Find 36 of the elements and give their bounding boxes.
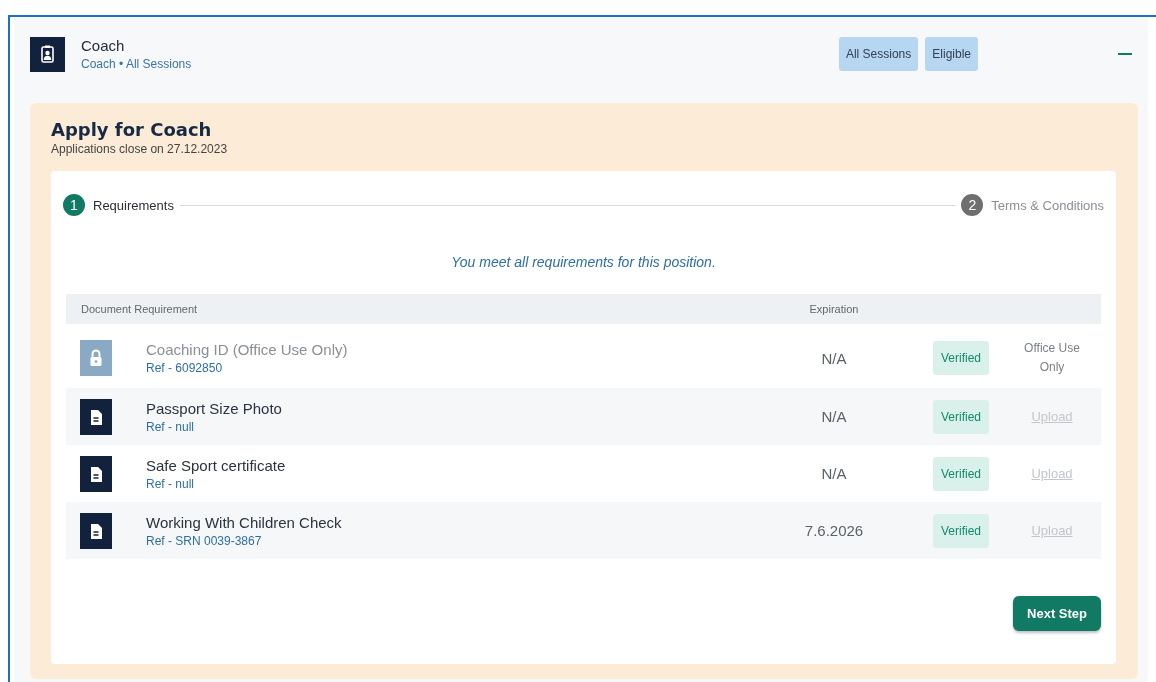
tag: All Sessions (838, 37, 919, 71)
closing-date: Applications close on 27.12.2023 (51, 142, 229, 156)
document-name: Working With Children Check (146, 513, 343, 531)
step-number[interactable]: 2 (961, 194, 984, 216)
status-badge: Verified (933, 456, 989, 491)
reference-number: Ref - SRN 0039-3867 (146, 533, 263, 548)
collapse-icon[interactable] (1118, 52, 1132, 56)
document-name: Coaching ID (Office Use Only) (146, 341, 349, 358)
office-use-note: Office Use Only (1023, 340, 1081, 376)
step-number[interactable]: 1 (63, 194, 85, 216)
tag: Eligible (925, 37, 978, 71)
step-label[interactable]: Terms & Conditions (991, 197, 1104, 213)
lock-icon (80, 340, 112, 376)
document-name: Passport Size Photo (146, 399, 283, 417)
reference-number: Ref - null (146, 419, 196, 434)
document-icon (80, 455, 112, 492)
status-badge: Verified (933, 513, 989, 548)
eligibility-message: You meet all requirements for this position. (450, 254, 717, 270)
document-name: Safe Sport certificate (146, 456, 287, 474)
document-icon (80, 512, 112, 549)
expiration-date: 7.6.2026 (803, 522, 865, 539)
position-subtitle: Coach • All Sessions (81, 57, 193, 71)
column-header: Expiration (808, 303, 860, 315)
application-title: Apply for Coach (51, 119, 213, 140)
status-badge: Verified (933, 341, 989, 375)
expiration-date: N/A (820, 465, 848, 482)
column-header: Document Requirement (81, 303, 199, 315)
reference-number: Ref - 6092850 (146, 361, 224, 375)
document-icon (80, 398, 112, 435)
expiration-date: N/A (820, 408, 848, 425)
status-badge: Verified (933, 399, 989, 434)
expiration-date: N/A (820, 349, 848, 367)
reference-number: Ref - null (146, 476, 196, 491)
next-step-button[interactable]: Next Step (1013, 596, 1101, 631)
step-label[interactable]: Requirements (93, 197, 174, 213)
position-title: Coach (81, 37, 126, 54)
